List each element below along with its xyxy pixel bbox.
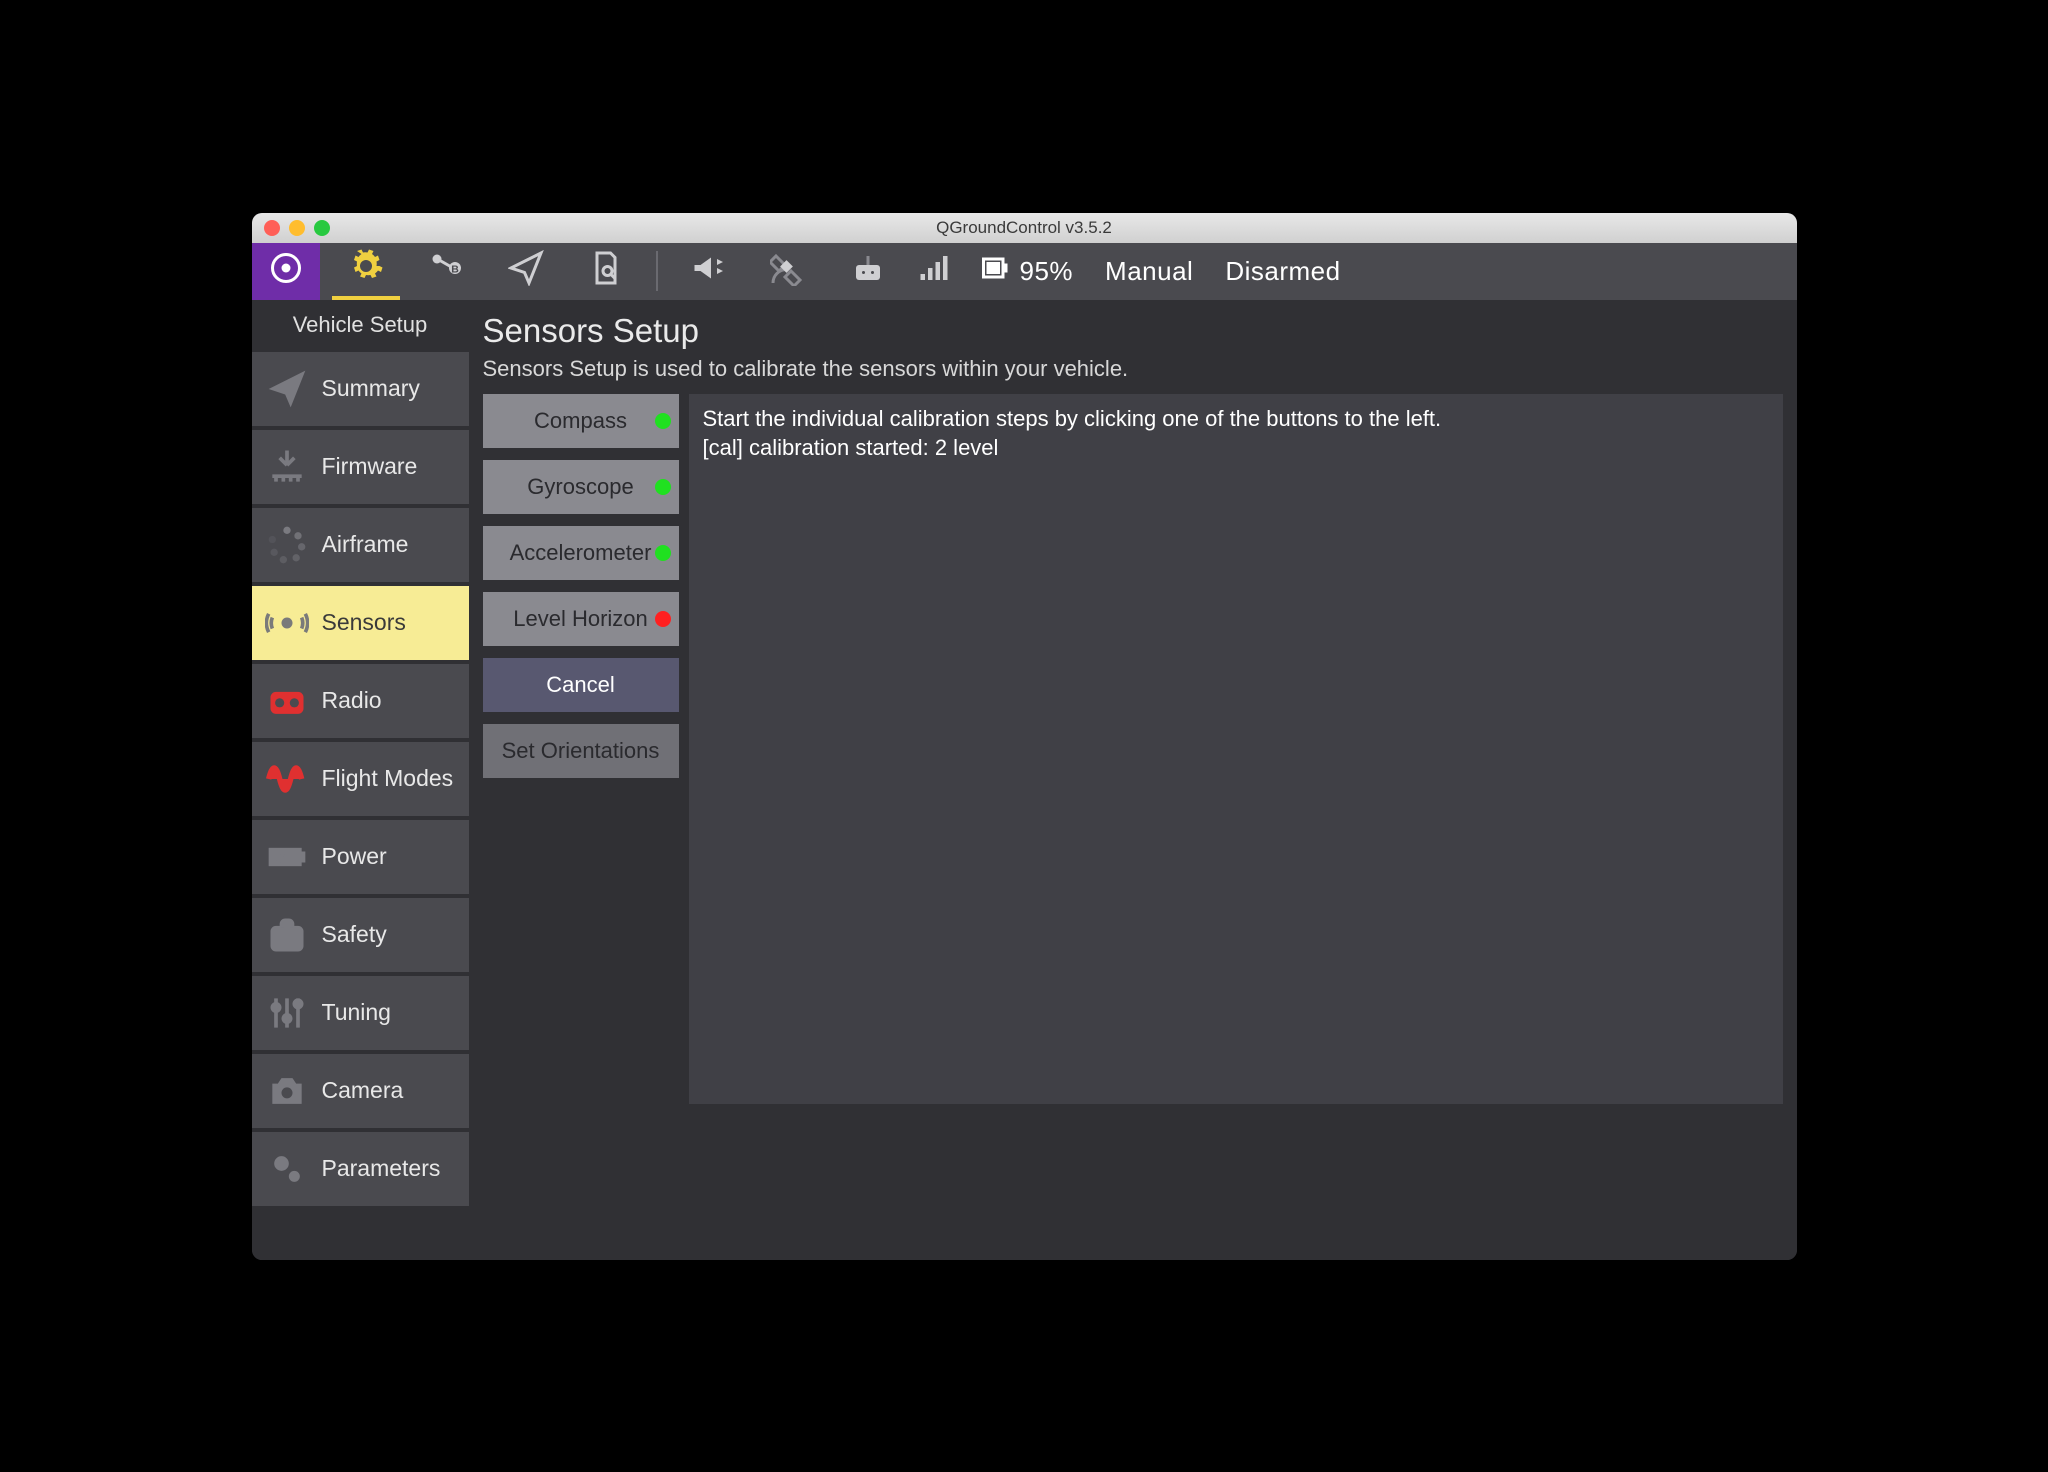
sidebar-item-label: Summary — [322, 375, 420, 402]
sensor-row: Compass Gyroscope Accelerometer Level Ho… — [483, 394, 1783, 1104]
plan-view-button[interactable]: B — [412, 243, 480, 300]
battery-icon — [976, 250, 1012, 293]
cancel-button[interactable]: Cancel — [483, 658, 679, 712]
battery-percent: 95% — [1020, 256, 1074, 287]
top-toolbar: B — [252, 243, 1797, 300]
battery-status[interactable]: 95% — [976, 250, 1094, 293]
level-horizon-button[interactable]: Level Horizon — [483, 592, 679, 646]
gears-icon — [348, 248, 384, 291]
app-logo-button[interactable] — [252, 243, 320, 300]
page-title: Sensors Setup — [483, 312, 1783, 350]
sensors-icon — [262, 598, 312, 648]
rc-controller-icon — [850, 250, 886, 293]
sidebar-item-flight-modes[interactable]: Flight Modes — [252, 742, 469, 816]
sidebar-item-summary[interactable]: Summary — [252, 352, 469, 426]
button-label: Gyroscope — [527, 474, 633, 500]
sidebar-item-label: Camera — [322, 1077, 404, 1104]
paper-plane-icon — [262, 364, 312, 414]
sidebar-item-camera[interactable]: Camera — [252, 1054, 469, 1128]
panel-line: [cal] calibration started: 2 level — [703, 433, 1769, 463]
app-body: Vehicle Setup Summary Firmware Airframe … — [252, 300, 1797, 1260]
medkit-icon — [262, 910, 312, 960]
sidebar-item-parameters[interactable]: Parameters — [252, 1132, 469, 1206]
telemetry-rssi-button[interactable] — [914, 243, 954, 300]
status-dot-bad — [655, 611, 671, 627]
rc-button[interactable] — [834, 243, 902, 300]
sidebar-item-radio[interactable]: Radio — [252, 664, 469, 738]
button-label: Compass — [534, 408, 627, 434]
setup-view-button[interactable] — [332, 243, 400, 300]
sidebar-item-label: Flight Modes — [322, 765, 454, 792]
battery-charge-icon — [262, 832, 312, 882]
app-window: QGroundControl v3.5.2 B — [252, 213, 1797, 1260]
sidebar-item-label: Firmware — [322, 453, 418, 480]
sidebar-item-label: Power — [322, 843, 387, 870]
waypoint-icon: B — [428, 250, 464, 293]
status-dot-ok — [655, 479, 671, 495]
calibration-output-panel: Start the individual calibration steps b… — [689, 394, 1783, 1104]
messages-button[interactable] — [674, 243, 742, 300]
sidebar-item-label: Airframe — [322, 531, 409, 558]
sliders-icon — [262, 988, 312, 1038]
page-description: Sensors Setup is used to calibrate the s… — [483, 356, 1783, 382]
sidebar-item-safety[interactable]: Safety — [252, 898, 469, 972]
camera-icon — [262, 1066, 312, 1116]
document-search-icon — [588, 250, 624, 293]
sidebar-title: Vehicle Setup — [252, 300, 469, 348]
radio-controller-icon — [262, 676, 312, 726]
svg-text:B: B — [451, 263, 459, 275]
gps-button[interactable] — [754, 243, 822, 300]
status-dot-ok — [655, 413, 671, 429]
flight-mode[interactable]: Manual — [1105, 256, 1193, 287]
sensor-buttons: Compass Gyroscope Accelerometer Level Ho… — [483, 394, 679, 1104]
sidebar-item-airframe[interactable]: Airframe — [252, 508, 469, 582]
qgc-logo-icon — [268, 250, 304, 293]
satellite-icon — [770, 250, 806, 293]
signal-bars-icon — [916, 250, 952, 293]
toolbar-divider — [656, 251, 658, 291]
sidebar-item-label: Tuning — [322, 999, 391, 1026]
main-content: Sensors Setup Sensors Setup is used to c… — [469, 300, 1797, 1260]
set-orientations-button[interactable]: Set Orientations — [483, 724, 679, 778]
window-close-button[interactable] — [264, 220, 280, 236]
window-minimize-button[interactable] — [289, 220, 305, 236]
sidebar-item-tuning[interactable]: Tuning — [252, 976, 469, 1050]
sidebar-item-label: Safety — [322, 921, 387, 948]
waveform-icon — [262, 754, 312, 804]
button-label: Accelerometer — [510, 540, 652, 566]
analyze-view-button[interactable] — [572, 243, 640, 300]
sidebar-item-power[interactable]: Power — [252, 820, 469, 894]
gears-icon — [262, 1144, 312, 1194]
accelerometer-button[interactable]: Accelerometer — [483, 526, 679, 580]
button-label: Set Orientations — [502, 738, 660, 764]
loading-dots-icon — [262, 520, 312, 570]
sidebar-item-firmware[interactable]: Firmware — [252, 430, 469, 504]
sidebar-item-label: Radio — [322, 687, 382, 714]
sidebar-item-label: Sensors — [322, 609, 406, 636]
download-chip-icon — [262, 442, 312, 492]
panel-line: Start the individual calibration steps b… — [703, 404, 1769, 434]
window-title: QGroundControl v3.5.2 — [252, 218, 1797, 238]
status-dot-ok — [655, 545, 671, 561]
paper-plane-icon — [508, 250, 544, 293]
armed-status[interactable]: Disarmed — [1225, 256, 1340, 287]
fly-view-button[interactable] — [492, 243, 560, 300]
titlebar: QGroundControl v3.5.2 — [252, 213, 1797, 243]
button-label: Cancel — [546, 672, 614, 698]
sidebar-item-sensors[interactable]: Sensors — [252, 586, 469, 660]
sidebar-item-label: Parameters — [322, 1155, 441, 1182]
window-maximize-button[interactable] — [314, 220, 330, 236]
setup-sidebar: Vehicle Setup Summary Firmware Airframe … — [252, 300, 469, 1260]
gyroscope-button[interactable]: Gyroscope — [483, 460, 679, 514]
button-label: Level Horizon — [513, 606, 648, 632]
megaphone-icon — [690, 250, 726, 293]
compass-button[interactable]: Compass — [483, 394, 679, 448]
